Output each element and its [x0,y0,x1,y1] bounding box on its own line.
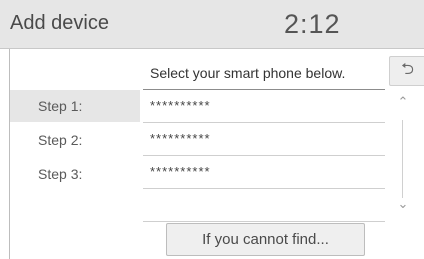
prompt-text: Select your smart phone below. [150,65,346,81]
back-button[interactable]: ⮌ [389,56,424,86]
add-device-screen: Add device 2:12 Select your smart phone … [0,0,424,259]
cannot-find-button[interactable]: If you cannot find... [166,223,365,256]
device-item-3[interactable]: ********** [143,156,385,189]
step-label-3: Step 3: [38,166,83,182]
page-title: Add device [10,12,109,34]
device-item-2[interactable]: ********** [143,123,385,156]
double-chevron-up-icon[interactable]: ⌃ [393,94,413,110]
header-bar: Add device 2:12 [0,0,424,49]
device-list: ********** ********** ********** [143,90,385,189]
device-item-1[interactable]: ********** [143,90,385,123]
step-label-2: Step 2: [38,132,83,148]
back-arrow-icon: ⮌ [401,60,414,78]
scrollbar-track[interactable] [402,120,403,198]
prompt-row: Select your smart phone below. [143,58,385,90]
step-list: Step 1: Step 2: Step 3: [10,90,140,192]
double-chevron-down-icon[interactable]: ⌄ [393,196,413,212]
clock: 2:12 [284,9,341,39]
step-label-1: Step 1: [10,90,140,122]
list-bottom-divider [143,221,385,222]
